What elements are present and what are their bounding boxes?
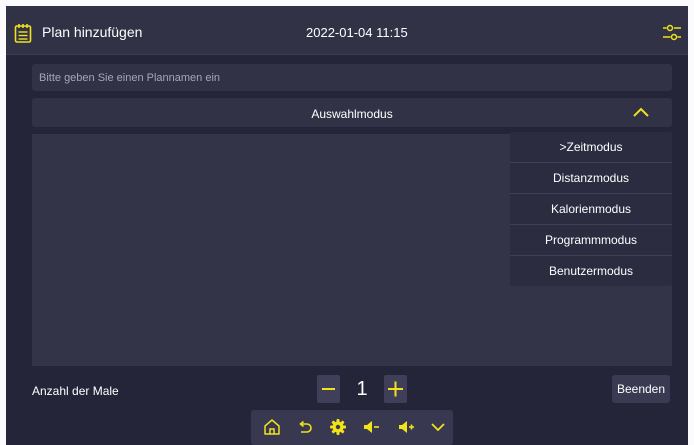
notepad-icon [14, 24, 32, 43]
app-screen: Plan hinzufügen 2022-01-04 11:15 Auswahl… [6, 6, 688, 445]
back-icon[interactable] [296, 418, 314, 436]
mode-select[interactable]: Auswahlmodus [32, 98, 672, 127]
mode-option-user[interactable]: Benutzermodus [510, 256, 672, 286]
datetime-display: 2022-01-04 11:15 [306, 25, 408, 40]
end-button[interactable]: Beenden [612, 375, 670, 403]
volume-up-icon[interactable] [397, 418, 415, 436]
header-bar: Plan hinzufügen 2022-01-04 11:15 [6, 6, 688, 55]
decrement-button[interactable] [317, 375, 340, 403]
mode-select-label: Auswahlmodus [311, 107, 393, 121]
plus-icon [388, 381, 403, 397]
home-icon[interactable] [263, 418, 281, 436]
mode-dropdown: >Zeitmodus Distanzmodus Kalorienmodus Pr… [510, 132, 672, 286]
page-title: Plan hinzufügen [42, 24, 143, 40]
mode-option-calories[interactable]: Kalorienmodus [510, 194, 672, 224]
sliders-icon[interactable] [662, 23, 682, 43]
repeat-count-value: 1 [356, 378, 368, 400]
chevron-down-icon[interactable] [429, 418, 447, 436]
mode-option-program[interactable]: Programmmodus [510, 225, 672, 255]
minus-icon [322, 388, 335, 390]
gear-icon[interactable] [329, 418, 347, 436]
increment-button[interactable] [384, 375, 407, 403]
bottom-nav-bar [251, 410, 453, 445]
volume-down-icon[interactable] [362, 418, 380, 436]
mode-option-distance[interactable]: Distanzmodus [510, 163, 672, 193]
chevron-up-icon[interactable] [632, 106, 650, 118]
plan-name-input[interactable] [32, 64, 672, 91]
repeat-count-label: Anzahl der Male [32, 384, 119, 398]
mode-option-time[interactable]: >Zeitmodus [510, 132, 672, 162]
